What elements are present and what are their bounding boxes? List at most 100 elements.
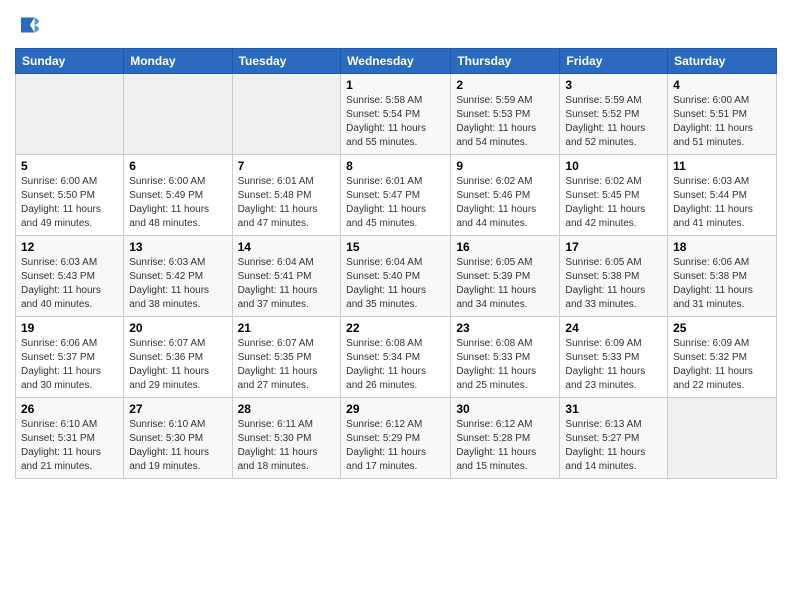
calendar-cell: 9Sunrise: 6:02 AMSunset: 5:46 PMDaylight…: [451, 155, 560, 236]
day-number: 15: [346, 240, 445, 254]
day-info: Sunrise: 6:03 AMSunset: 5:44 PMDaylight:…: [673, 175, 771, 231]
calendar-cell: 25 Sunrise: 6:09 AMSunset: 5:32 PMDayligh…: [668, 317, 777, 398]
calendar-week-3: 12 Sunrise: 6:03 AMSunset: 5:43 PMDayligh…: [16, 236, 777, 317]
day-info: Sunrise: 6:12 AMSunset: 5:29 PMDaylight:…: [346, 418, 445, 474]
calendar-cell: 21 Sunrise: 6:07 AMSunset: 5:35 PMDayligh…: [232, 317, 341, 398]
calendar-cell: 12 Sunrise: 6:03 AMSunset: 5:43 PMDayligh…: [16, 236, 124, 317]
day-number: 6: [129, 159, 226, 173]
calendar-cell: 29 Sunrise: 6:12 AMSunset: 5:29 PMDayligh…: [341, 398, 451, 479]
calendar-cell: [668, 398, 777, 479]
calendar-cell: 24 Sunrise: 6:09 AMSunset: 5:33 PMDayligh…: [560, 317, 668, 398]
calendar-cell: 16 Sunrise: 6:05 AMSunset: 5:39 PMDayligh…: [451, 236, 560, 317]
weekday-header-wednesday: Wednesday: [341, 49, 451, 74]
day-number: 20: [129, 321, 226, 335]
day-info: Sunrise: 6:11 AMSunset: 5:30 PMDaylight:…: [238, 418, 336, 474]
calendar-cell: 13 Sunrise: 6:03 AMSunset: 5:42 PMDayligh…: [124, 236, 232, 317]
logo-icon: [15, 10, 45, 40]
day-number: 5: [21, 159, 118, 173]
day-info: Sunrise: 6:00 AMSunset: 5:51 PMDaylight:…: [673, 94, 771, 150]
calendar-cell: 20 Sunrise: 6:07 AMSunset: 5:36 PMDayligh…: [124, 317, 232, 398]
calendar-cell: 2 Sunrise: 5:59 AMSunset: 5:53 PMDaylight…: [451, 74, 560, 155]
calendar-cell: 6Sunrise: 6:00 AMSunset: 5:49 PMDaylight…: [124, 155, 232, 236]
day-info: Sunrise: 6:08 AMSunset: 5:34 PMDaylight:…: [346, 337, 445, 393]
day-info: Sunrise: 6:07 AMSunset: 5:36 PMDaylight:…: [129, 337, 226, 393]
day-number: 2: [456, 78, 554, 92]
day-number: 8: [346, 159, 445, 173]
day-info: Sunrise: 6:05 AMSunset: 5:39 PMDaylight:…: [456, 256, 554, 312]
day-number: 31: [565, 402, 662, 416]
day-number: 28: [238, 402, 336, 416]
calendar-cell: 5 Sunrise: 6:00 AMSunset: 5:50 PMDaylight…: [16, 155, 124, 236]
day-number: 25: [673, 321, 771, 335]
weekday-header-thursday: Thursday: [451, 49, 560, 74]
day-info: Sunrise: 6:03 AMSunset: 5:42 PMDaylight:…: [129, 256, 226, 312]
day-number: 12: [21, 240, 118, 254]
calendar-table: SundayMondayTuesdayWednesdayThursdayFrid…: [15, 48, 777, 479]
day-info: Sunrise: 6:10 AMSunset: 5:30 PMDaylight:…: [129, 418, 226, 474]
day-info: Sunrise: 6:06 AMSunset: 5:37 PMDaylight:…: [21, 337, 118, 393]
calendar-cell: 31 Sunrise: 6:13 AMSunset: 5:27 PMDayligh…: [560, 398, 668, 479]
day-info: Sunrise: 5:59 AMSunset: 5:53 PMDaylight:…: [456, 94, 554, 150]
calendar-cell: [232, 74, 341, 155]
day-info: Sunrise: 6:01 AMSunset: 5:47 PMDaylight:…: [346, 175, 445, 231]
day-info: Sunrise: 6:09 AMSunset: 5:32 PMDaylight:…: [673, 337, 771, 393]
weekday-header-monday: Monday: [124, 49, 232, 74]
day-number: 4: [673, 78, 771, 92]
day-number: 9: [456, 159, 554, 173]
weekday-header-saturday: Saturday: [668, 49, 777, 74]
day-number: 21: [238, 321, 336, 335]
calendar-cell: [124, 74, 232, 155]
day-info: Sunrise: 6:12 AMSunset: 5:28 PMDaylight:…: [456, 418, 554, 474]
day-info: Sunrise: 6:04 AMSunset: 5:41 PMDaylight:…: [238, 256, 336, 312]
calendar-week-5: 26Sunrise: 6:10 AMSunset: 5:31 PMDayligh…: [16, 398, 777, 479]
calendar-page: SundayMondayTuesdayWednesdayThursdayFrid…: [0, 0, 792, 612]
calendar-cell: 22Sunrise: 6:08 AMSunset: 5:34 PMDayligh…: [341, 317, 451, 398]
weekday-header-friday: Friday: [560, 49, 668, 74]
day-info: Sunrise: 6:03 AMSunset: 5:43 PMDaylight:…: [21, 256, 118, 312]
day-number: 11: [673, 159, 771, 173]
calendar-cell: 11 Sunrise: 6:03 AMSunset: 5:44 PMDayligh…: [668, 155, 777, 236]
day-info: Sunrise: 6:10 AMSunset: 5:31 PMDaylight:…: [21, 418, 118, 474]
day-info: Sunrise: 6:00 AMSunset: 5:50 PMDaylight:…: [21, 175, 118, 231]
calendar-cell: 8 Sunrise: 6:01 AMSunset: 5:47 PMDaylight…: [341, 155, 451, 236]
day-info: Sunrise: 6:05 AMSunset: 5:38 PMDaylight:…: [565, 256, 662, 312]
calendar-cell: 3Sunrise: 5:59 AMSunset: 5:52 PMDaylight…: [560, 74, 668, 155]
day-info: Sunrise: 6:02 AMSunset: 5:45 PMDaylight:…: [565, 175, 662, 231]
weekday-header-row: SundayMondayTuesdayWednesdayThursdayFrid…: [16, 49, 777, 74]
calendar-body: 1Sunrise: 5:58 AMSunset: 5:54 PMDaylight…: [16, 74, 777, 479]
logo: [15, 10, 49, 40]
calendar-week-2: 5 Sunrise: 6:00 AMSunset: 5:50 PMDaylight…: [16, 155, 777, 236]
day-info: Sunrise: 6:08 AMSunset: 5:33 PMDaylight:…: [456, 337, 554, 393]
day-number: 30: [456, 402, 554, 416]
day-number: 23: [456, 321, 554, 335]
weekday-header-sunday: Sunday: [16, 49, 124, 74]
calendar-cell: 4 Sunrise: 6:00 AMSunset: 5:51 PMDaylight…: [668, 74, 777, 155]
calendar-cell: 23 Sunrise: 6:08 AMSunset: 5:33 PMDayligh…: [451, 317, 560, 398]
day-number: 10: [565, 159, 662, 173]
day-info: Sunrise: 6:06 AMSunset: 5:38 PMDaylight:…: [673, 256, 771, 312]
calendar-cell: 1Sunrise: 5:58 AMSunset: 5:54 PMDaylight…: [341, 74, 451, 155]
day-number: 13: [129, 240, 226, 254]
day-info: Sunrise: 6:01 AMSunset: 5:48 PMDaylight:…: [238, 175, 336, 231]
day-number: 29: [346, 402, 445, 416]
weekday-header-tuesday: Tuesday: [232, 49, 341, 74]
calendar-cell: 15 Sunrise: 6:04 AMSunset: 5:40 PMDayligh…: [341, 236, 451, 317]
day-info: Sunrise: 6:07 AMSunset: 5:35 PMDaylight:…: [238, 337, 336, 393]
calendar-week-4: 19 Sunrise: 6:06 AMSunset: 5:37 PMDayligh…: [16, 317, 777, 398]
day-number: 14: [238, 240, 336, 254]
day-number: 24: [565, 321, 662, 335]
day-number: 7: [238, 159, 336, 173]
day-info: Sunrise: 6:09 AMSunset: 5:33 PMDaylight:…: [565, 337, 662, 393]
calendar-cell: 19 Sunrise: 6:06 AMSunset: 5:37 PMDayligh…: [16, 317, 124, 398]
day-info: Sunrise: 6:13 AMSunset: 5:27 PMDaylight:…: [565, 418, 662, 474]
day-info: Sunrise: 6:04 AMSunset: 5:40 PMDaylight:…: [346, 256, 445, 312]
day-number: 16: [456, 240, 554, 254]
calendar-cell: 10 Sunrise: 6:02 AMSunset: 5:45 PMDayligh…: [560, 155, 668, 236]
calendar-cell: 7 Sunrise: 6:01 AMSunset: 5:48 PMDaylight…: [232, 155, 341, 236]
day-number: 19: [21, 321, 118, 335]
calendar-cell: 27 Sunrise: 6:10 AMSunset: 5:30 PMDayligh…: [124, 398, 232, 479]
calendar-cell: 30 Sunrise: 6:12 AMSunset: 5:28 PMDayligh…: [451, 398, 560, 479]
calendar-cell: 18Sunrise: 6:06 AMSunset: 5:38 PMDayligh…: [668, 236, 777, 317]
day-number: 3: [565, 78, 662, 92]
day-number: 27: [129, 402, 226, 416]
